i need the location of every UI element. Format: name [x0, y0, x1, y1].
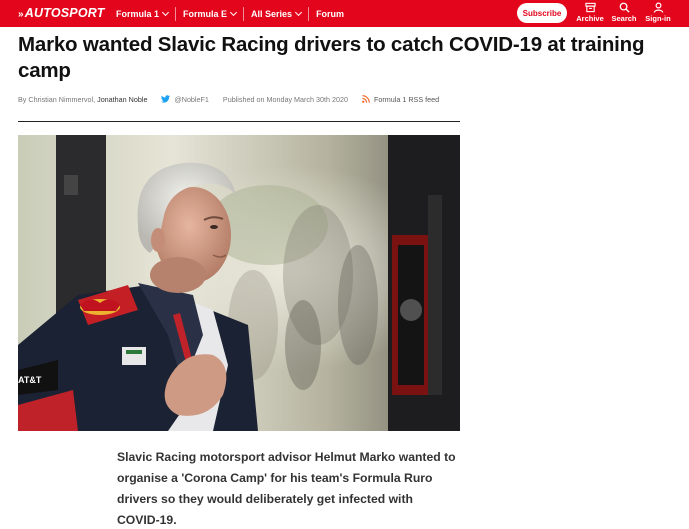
nav-item-label: All Series	[251, 8, 293, 19]
rss-label: Formula 1 RSS feed	[374, 94, 440, 104]
hero-photo: AT&T	[18, 135, 460, 431]
article-hero-image[interactable]: AT&T	[18, 135, 460, 431]
main-nav: Formula 1 Formula E All Series Forum	[109, 0, 351, 27]
autosport-logo[interactable]: »AUTOSPORT	[18, 6, 105, 20]
nav-item-formula-1[interactable]: Formula 1	[109, 7, 175, 21]
article-headline: Marko wanted Slavic Racing drivers to ca…	[18, 33, 645, 82]
svg-text:AT&T: AT&T	[18, 375, 42, 385]
published-date: Published on Monday March 30th 2020	[222, 94, 348, 104]
byline-prefix: By	[18, 94, 29, 104]
archive-icon	[584, 2, 596, 13]
chevron-down-icon	[295, 8, 303, 16]
twitter-icon	[161, 95, 171, 103]
article-lead: Slavic Racing motorsport advisor Helmut …	[117, 450, 456, 527]
nav-item-label: Formula 1	[116, 8, 160, 19]
sign-in-button[interactable]: Sign-in	[641, 2, 675, 26]
author-link[interactable]: Christian Nimmervol	[28, 95, 93, 104]
rss-icon	[362, 95, 370, 103]
nav-item-formula-e[interactable]: Formula E	[175, 6, 243, 21]
byline-authors: By Christian Nimmervol, Jonathan Noble	[18, 95, 147, 104]
headline-divider	[18, 121, 460, 122]
logo-text: AUTOSPORT	[24, 6, 105, 20]
logo-chevron-icon: »	[18, 9, 24, 20]
twitter-handle: @NobleF1	[174, 94, 209, 104]
subscribe-button[interactable]: Subscribe	[517, 3, 567, 23]
nav-item-label: Formula E	[183, 8, 228, 19]
author-link[interactable]: Jonathan Noble	[97, 95, 147, 104]
chevron-down-icon	[229, 8, 238, 16]
chevron-down-icon	[161, 8, 170, 16]
nav-item-forum[interactable]: Forum	[308, 6, 351, 21]
article-byline: By Christian Nimmervol, Jonathan Noble @…	[18, 93, 439, 105]
archive-button[interactable]: Archive	[573, 2, 607, 26]
archive-label: Archive	[576, 14, 604, 23]
nav-item-all-series[interactable]: All Series	[243, 6, 308, 21]
search-icon	[619, 2, 630, 13]
search-button[interactable]: Search	[607, 2, 641, 26]
rss-feed-link[interactable]: Formula 1 RSS feed	[362, 95, 439, 104]
sign-in-label: Sign-in	[645, 14, 671, 23]
nav-item-label: Forum	[316, 8, 345, 19]
twitter-link[interactable]: @NobleF1	[161, 94, 209, 104]
search-label: Search	[611, 14, 637, 23]
user-icon	[653, 2, 663, 13]
site-header: »AUTOSPORT Formula 1 Formula E All Serie…	[0, 0, 689, 27]
